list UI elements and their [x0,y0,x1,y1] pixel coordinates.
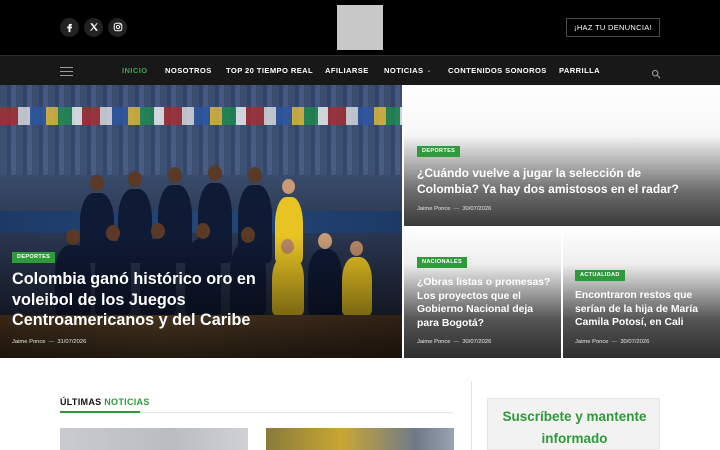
article-author[interactable]: Jaime Ponce [12,339,46,345]
menu-icon[interactable] [60,67,73,76]
featured-article-4[interactable]: ACTUALIDAD Encontraron restos que serían… [563,228,720,358]
section-title-latest: ÚLTIMAS NOTICIAS [60,397,150,407]
subscribe-title-line2: informado [541,431,608,446]
article-date: 30/07/2026 [462,206,492,212]
article-meta: Jaime Ponce —31/07/2026 [12,339,87,345]
nav-item-afiliarse[interactable]: AFILIARSE [325,56,369,86]
category-badge[interactable]: DEPORTES [417,146,461,157]
subscribe-title-line1: Suscríbete y mantente [502,409,647,424]
nav-item-nosotros[interactable]: NOSOTROS [165,56,212,86]
article-meta: Jaime Ponce —30/07/2026 [417,339,492,345]
article-title[interactable]: ¿Obras listas o promesas? Los proyectos … [417,276,557,330]
category-badge[interactable]: NACIONALES [417,257,467,268]
nav-item-noticias-label: NOTICIAS [384,66,424,75]
top-bar: ¡HAZ TU DENUNCIA! [0,0,720,55]
article-date: 30/07/2026 [620,339,650,345]
featured-article-3[interactable]: NACIONALES ¿Obras listas o promesas? Los… [404,228,561,358]
section-title-part1: ÚLTIMAS [60,397,102,407]
subscribe-title: Suscríbete y mantente informado [488,406,661,450]
article-title[interactable]: ¿Cuándo vuelve a jugar la selección de C… [417,165,687,197]
search-icon[interactable] [651,66,661,79]
article-date: 31/07/2026 [57,339,87,345]
nav-item-parrilla[interactable]: PARRILLA [559,56,600,86]
latest-article-thumbnail-2[interactable] [266,428,454,450]
sidebar-divider [471,381,472,450]
nav-item-top20[interactable]: TOP 20 TIEMPO REAL [226,56,313,86]
article-author[interactable]: Jaime Ponce [417,339,451,345]
chevron-down-icon: ⌄ [426,68,432,74]
site-logo[interactable] [337,5,383,50]
x-twitter-icon[interactable] [84,18,103,37]
section-divider-accent [60,411,140,413]
article-author[interactable]: Jaime Ponce [417,206,451,212]
featured-article-2[interactable]: DEPORTES ¿Cuándo vuelve a jugar la selec… [404,85,720,226]
article-title[interactable]: Encontraron restos que serían de la hija… [575,289,715,330]
nav-item-contenidos-sonoros[interactable]: CONTENIDOS SONOROS [448,56,547,86]
article-author[interactable]: Jaime Ponce [575,339,609,345]
category-badge[interactable]: ACTUALIDAD [575,270,625,281]
subscribe-widget: Suscríbete y mantente informado [487,398,660,450]
nav-item-inicio[interactable]: INICIO [122,56,148,86]
main-nav: INICIO NOSOTROS TOP 20 TIEMPO REAL AFILI… [0,55,720,85]
report-button[interactable]: ¡HAZ TU DENUNCIA! [566,18,660,37]
article-meta: Jaime Ponce —30/07/2026 [575,339,650,345]
article-meta: Jaime Ponce —30/07/2026 [417,206,492,212]
section-title-part2: NOTICIAS [104,397,150,407]
instagram-icon[interactable] [108,18,127,37]
latest-article-thumbnail-1[interactable] [60,428,248,450]
category-badge[interactable]: DEPORTES [12,252,56,263]
featured-article-main[interactable]: DEPORTES Colombia ganó histórico oro en … [0,85,402,358]
article-date: 30/07/2026 [462,339,492,345]
article-title[interactable]: Colombia ganó histórico oro en voleibol … [12,269,272,331]
nav-item-noticias[interactable]: NOTICIAS ⌄ [384,56,432,86]
facebook-icon[interactable] [60,18,79,37]
